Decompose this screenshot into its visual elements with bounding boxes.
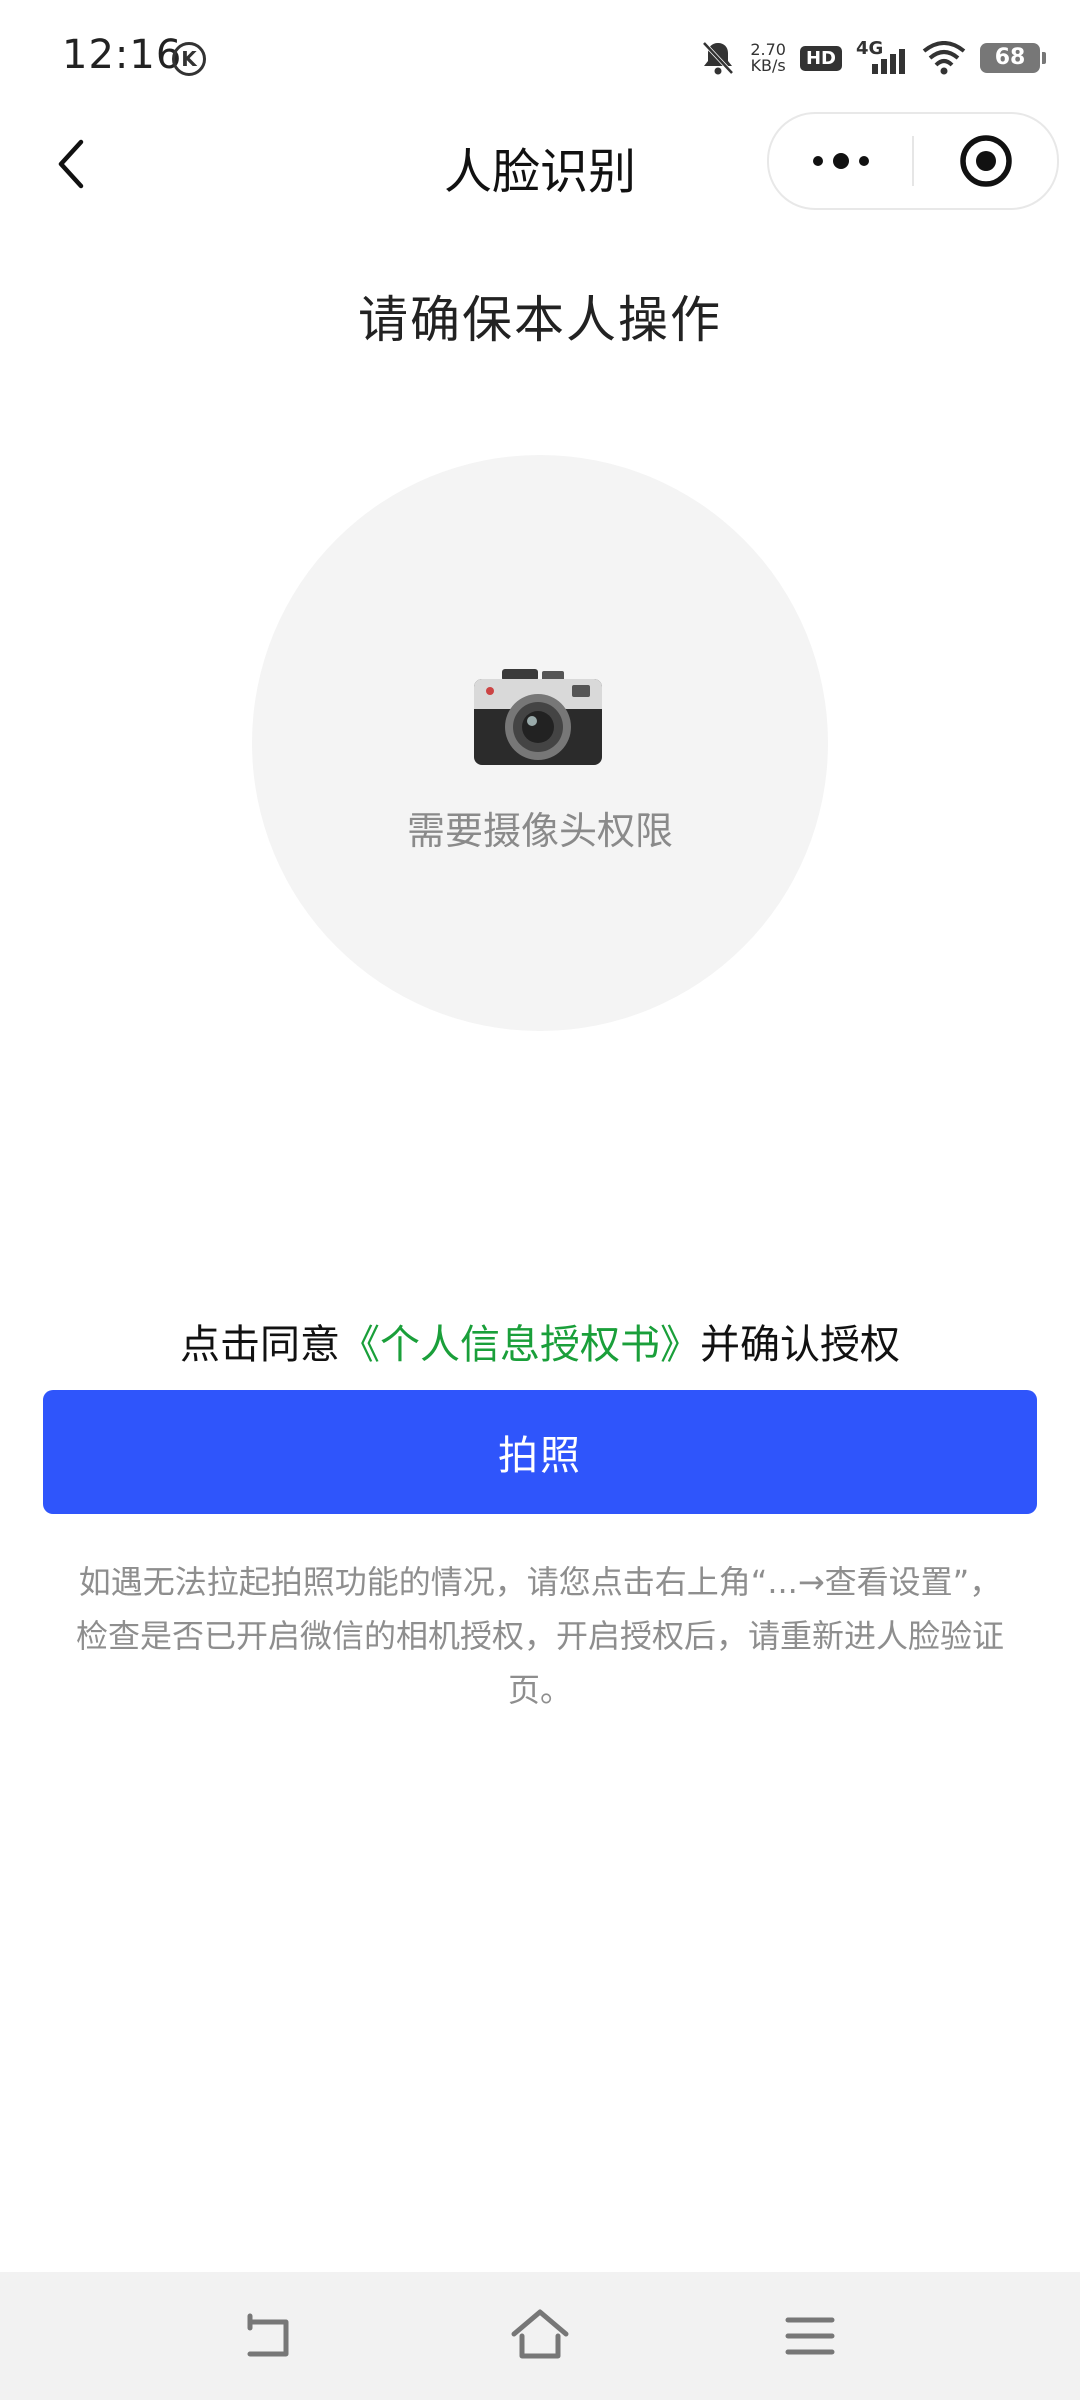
camera-tip: 如遇无法拉起拍照功能的情况，请您点击右上角“...→查看设置”，检查是否已开启微…	[75, 1563, 1004, 1709]
mute-bell-icon	[702, 41, 734, 75]
camera-preview-circle: 需要摄像头权限	[252, 455, 828, 1031]
mini-program-capsule	[767, 112, 1059, 210]
take-photo-button[interactable]: 拍照	[43, 1390, 1037, 1514]
system-navigation-bar	[0, 2272, 1080, 2400]
status-time: 12:16	[62, 32, 183, 78]
sys-menu-icon	[785, 2317, 835, 2355]
speed-unit: KB/s	[750, 56, 786, 75]
cellular-signal-icon: 4G	[856, 38, 908, 78]
hd-badge: HD	[799, 45, 842, 71]
wifi-icon	[922, 41, 966, 75]
sys-home-icon	[511, 2309, 569, 2359]
agree-suffix: 并确认授权	[700, 1322, 900, 1368]
camera-icon	[474, 669, 602, 765]
sys-back-icon	[247, 2313, 289, 2357]
battery-indicator: 68	[980, 43, 1046, 73]
nav-bar: 人脸识别	[0, 110, 1080, 220]
camera-permission-hint: 需要摄像头权限	[406, 809, 673, 853]
close-capsule-icon	[959, 135, 1012, 187]
system-back-button[interactable]	[240, 2306, 300, 2366]
status-icons: 2.70 KB/s HD 4G 68	[700, 34, 1046, 82]
system-home-button[interactable]	[510, 2306, 570, 2366]
authorization-link[interactable]: 《个人信息授权书》	[340, 1322, 700, 1368]
system-menu-button[interactable]	[780, 2306, 840, 2366]
status-bar: 12:16 K 2.70 KB/s HD 4G 68	[0, 0, 1080, 110]
more-button[interactable]	[769, 114, 912, 208]
headline: 请确保本人操作	[358, 291, 722, 349]
network-speed: 2.70 KB/s	[750, 42, 786, 74]
close-capsule-button[interactable]	[914, 114, 1057, 208]
more-icon	[812, 153, 869, 169]
agreement-line: 点击同意《个人信息授权书》并确认授权	[0, 1312, 1080, 1370]
k-badge-icon: K	[172, 42, 206, 76]
agree-prefix: 点击同意	[180, 1322, 340, 1368]
